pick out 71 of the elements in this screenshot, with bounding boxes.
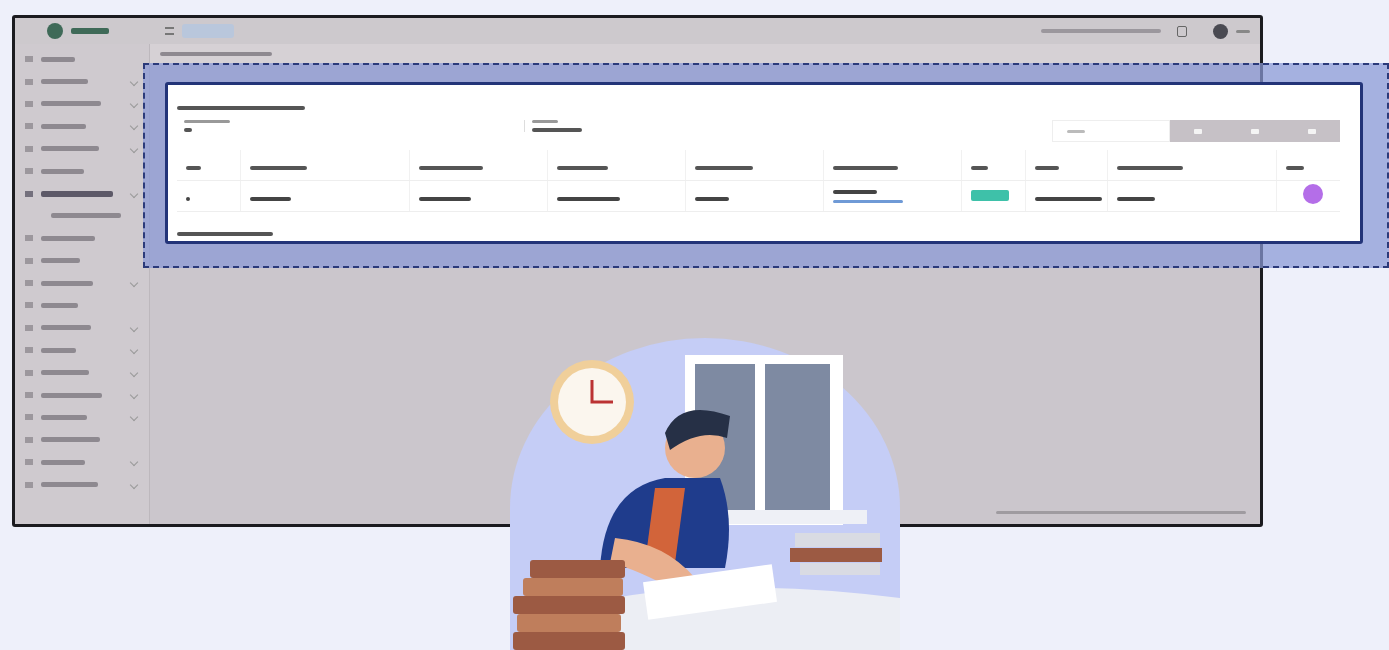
- blurred-text: [71, 28, 109, 34]
- blurred-text: [41, 392, 102, 398]
- blurred-text: [557, 197, 621, 201]
- menu-item-icon: [25, 392, 33, 399]
- blurred-text: [419, 166, 484, 170]
- blurred-text: [41, 79, 88, 85]
- blurred-text: [833, 166, 899, 170]
- blurred-text: [41, 56, 75, 62]
- blurred-text: [41, 459, 85, 465]
- blurred-text: [41, 303, 78, 308]
- blurred-text: [1034, 197, 1102, 201]
- blurred-text: [1034, 166, 1059, 170]
- blurred-text: [186, 166, 201, 170]
- menu-item-icon: [25, 235, 33, 242]
- blurred-text: [249, 166, 307, 170]
- menu-item-icon: [25, 56, 33, 63]
- blurred-text: [41, 101, 101, 107]
- blurred-text: [41, 482, 98, 488]
- blurred-text: [1067, 129, 1085, 133]
- menu-item-icon: [25, 414, 33, 421]
- blurred-text: [41, 414, 87, 420]
- blurred-text: [41, 168, 84, 174]
- menu-icon[interactable]: [165, 27, 174, 35]
- blurred-text: [532, 128, 582, 132]
- blurred-text: [186, 197, 190, 201]
- blurred-text: [41, 347, 76, 353]
- menu-item-icon: [25, 123, 33, 130]
- blurred-text: [184, 120, 230, 123]
- blurred-text: [51, 213, 121, 219]
- blurred-text: [41, 258, 80, 264]
- blurred-text: [419, 197, 472, 201]
- blurred-text: [833, 199, 904, 203]
- blurred-text: [41, 235, 95, 241]
- menu-item-icon: [25, 302, 33, 309]
- menu-item-icon: [25, 369, 33, 376]
- logo-icon: [47, 23, 63, 39]
- blurred-text: [249, 197, 291, 201]
- menu-item-icon: [25, 257, 33, 264]
- avatar-icon[interactable]: [1213, 23, 1228, 39]
- blurred-text: [1116, 166, 1183, 170]
- menu-item-icon: [25, 481, 33, 488]
- blurred-text: [833, 189, 878, 194]
- blurred-text: [971, 166, 989, 170]
- export-button-group[interactable]: [1170, 120, 1340, 142]
- menu-item-icon: [25, 324, 33, 331]
- blurred-text: [41, 437, 100, 443]
- blurred-text: [1116, 197, 1155, 201]
- menu-item-icon: [25, 145, 33, 152]
- blurred-text: [557, 166, 609, 170]
- blurred-text: [695, 166, 754, 170]
- search-field[interactable]: [1052, 120, 1170, 142]
- action-button[interactable]: [1303, 184, 1324, 204]
- menu-item-icon: [25, 78, 33, 85]
- blurred-text: [1286, 166, 1305, 170]
- blurred-text: [41, 280, 93, 286]
- menu-item-icon: [25, 190, 33, 197]
- blurred-text: [41, 123, 86, 129]
- blurred-text: [41, 190, 113, 197]
- menu-item-icon: [25, 100, 33, 107]
- blurred-text: [41, 146, 99, 152]
- menu-item-icon: [25, 168, 33, 175]
- menu-item-icon: [25, 459, 33, 466]
- blurred-text: [695, 197, 730, 201]
- menu-item-icon: [25, 280, 33, 287]
- menu-item-icon: [25, 347, 33, 354]
- blurred-text: [532, 120, 558, 123]
- blurred-text: [1236, 29, 1250, 33]
- blurred-text: [184, 128, 192, 132]
- blurred-text: [41, 325, 91, 331]
- blurred-text: [41, 370, 89, 376]
- menu-item-icon: [25, 436, 33, 443]
